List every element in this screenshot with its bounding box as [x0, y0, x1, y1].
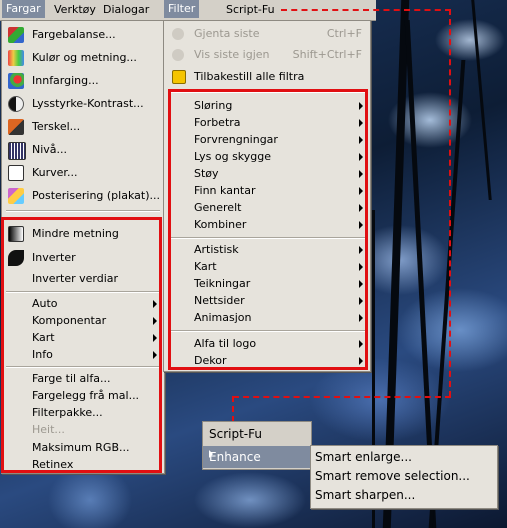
submenu-arrow-icon	[209, 450, 213, 458]
menu-item-accel: Shift+Ctrl+F	[292, 48, 362, 61]
menu-item-levels[interactable]: Nivå...	[2, 139, 164, 161]
menu-item-reshow-last[interactable]: Vis siste igjen Shift+Ctrl+F	[164, 44, 370, 66]
menu-separator	[6, 210, 160, 212]
menu-filters[interactable]: Filter	[164, 0, 200, 18]
menu-item-script-fu-enhance[interactable]: Enhance	[203, 446, 311, 468]
menu-item-repeat-last[interactable]: Gjenta siste Ctrl+F	[164, 23, 370, 45]
menu-dialogs[interactable]: Dialogar	[103, 3, 149, 16]
menu-item-label: Vis siste igjen	[194, 48, 270, 61]
enhance-submenu: Smart enlarge... Smart remove selection.…	[310, 445, 498, 509]
menu-item-brightness-contrast[interactable]: Lysstyrke-Kontrast...	[2, 93, 164, 115]
annotation-dash	[233, 396, 451, 398]
menu-item-color-balance[interactable]: Fargebalanse...	[2, 24, 164, 46]
menu-item-curves[interactable]: Kurver...	[2, 162, 164, 184]
colorize-icon	[8, 73, 24, 89]
script-fu-popup-title[interactable]: Script-Fu	[203, 422, 311, 444]
menu-item-label: Innfarging...	[32, 74, 99, 87]
annotation-box-colors	[1, 217, 162, 473]
color-balance-icon	[8, 27, 24, 43]
menu-item-label: Nivå...	[32, 143, 68, 156]
annotation-dash	[449, 9, 451, 397]
menu-item-smart-sharpen[interactable]: Smart sharpen...	[311, 486, 497, 505]
menu-script-fu[interactable]: Script-Fu	[226, 3, 275, 16]
menu-item-label: Smart enlarge...	[315, 450, 412, 464]
menu-item-label: Terskel...	[32, 120, 81, 133]
repeat-icon	[172, 28, 184, 40]
brightness-contrast-icon	[8, 96, 24, 112]
menu-item-reset-all-filters[interactable]: Tilbakestill alle filtra	[164, 66, 370, 88]
menu-item-label: Tilbakestill alle filtra	[194, 70, 305, 83]
menu-colors[interactable]: Fargar	[2, 0, 45, 18]
script-fu-popup: Script-Fu Enhance	[202, 421, 312, 470]
menu-tools[interactable]: Verktøy	[54, 3, 96, 16]
annotation-dash	[232, 396, 234, 422]
hue-saturation-icon	[8, 50, 24, 66]
menu-item-smart-enlarge[interactable]: Smart enlarge...	[311, 448, 497, 467]
menu-item-threshold[interactable]: Terskel...	[2, 116, 164, 138]
levels-icon	[8, 142, 26, 160]
reshow-icon	[172, 49, 184, 61]
reset-icon	[172, 70, 186, 84]
menu-item-label: Fargebalanse...	[32, 28, 116, 41]
menu-item-label: Smart remove selection...	[315, 469, 470, 483]
menu-item-label: Smart sharpen...	[315, 488, 416, 502]
menu-item-posterize[interactable]: Posterisering (plakat)...	[2, 185, 164, 207]
posterize-icon	[8, 188, 24, 204]
annotation-dash	[281, 9, 451, 11]
threshold-icon	[8, 119, 24, 135]
menu-item-colorize[interactable]: Innfarging...	[2, 70, 164, 92]
menu-item-smart-remove-selection[interactable]: Smart remove selection...	[311, 467, 497, 486]
annotation-box-filters	[168, 89, 368, 370]
menu-item-label: Enhance	[209, 450, 261, 464]
menu-item-label: Lysstyrke-Kontrast...	[32, 97, 144, 110]
popup-title-label: Script-Fu	[209, 427, 262, 441]
menu-item-label: Posterisering (plakat)...	[32, 189, 160, 202]
curves-icon	[8, 165, 24, 181]
menu-item-hue-saturation[interactable]: Kulør og metning...	[2, 47, 164, 69]
menu-item-label: Gjenta siste	[194, 27, 260, 40]
menu-item-label: Kurver...	[32, 166, 78, 179]
menu-item-accel: Ctrl+F	[326, 27, 362, 40]
menu-item-label: Kulør og metning...	[32, 51, 137, 64]
